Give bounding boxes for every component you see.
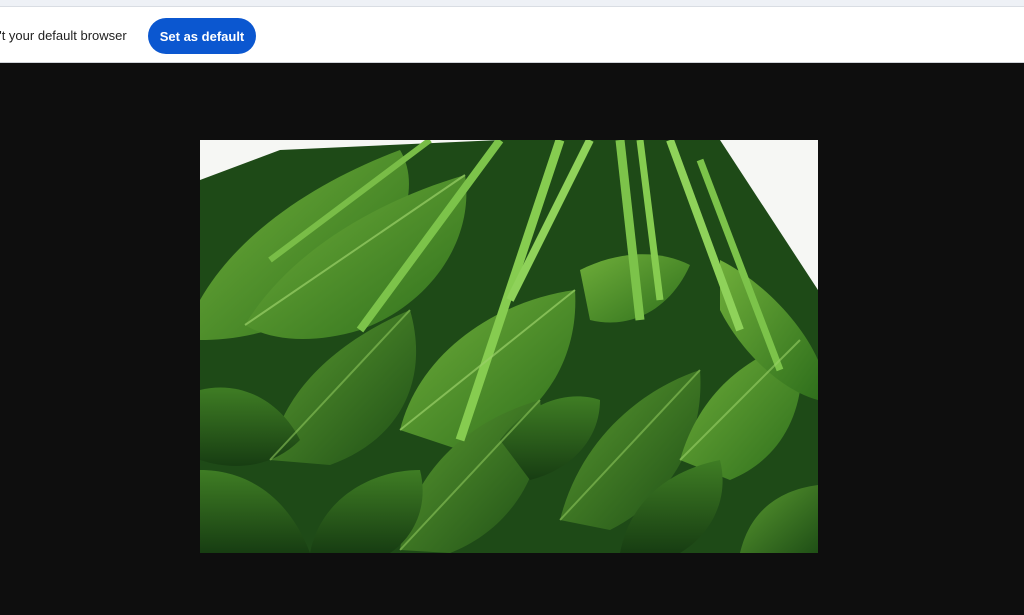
image-viewer — [0, 64, 1024, 615]
default-browser-infobar: n't your default browser Set as default — [0, 7, 1024, 63]
set-as-default-button[interactable]: Set as default — [148, 18, 256, 54]
infobar-message: n't your default browser — [0, 27, 127, 43]
spinach-photo[interactable] — [200, 140, 818, 553]
spinach-illustration — [200, 140, 818, 553]
browser-top-strip — [0, 0, 1024, 7]
